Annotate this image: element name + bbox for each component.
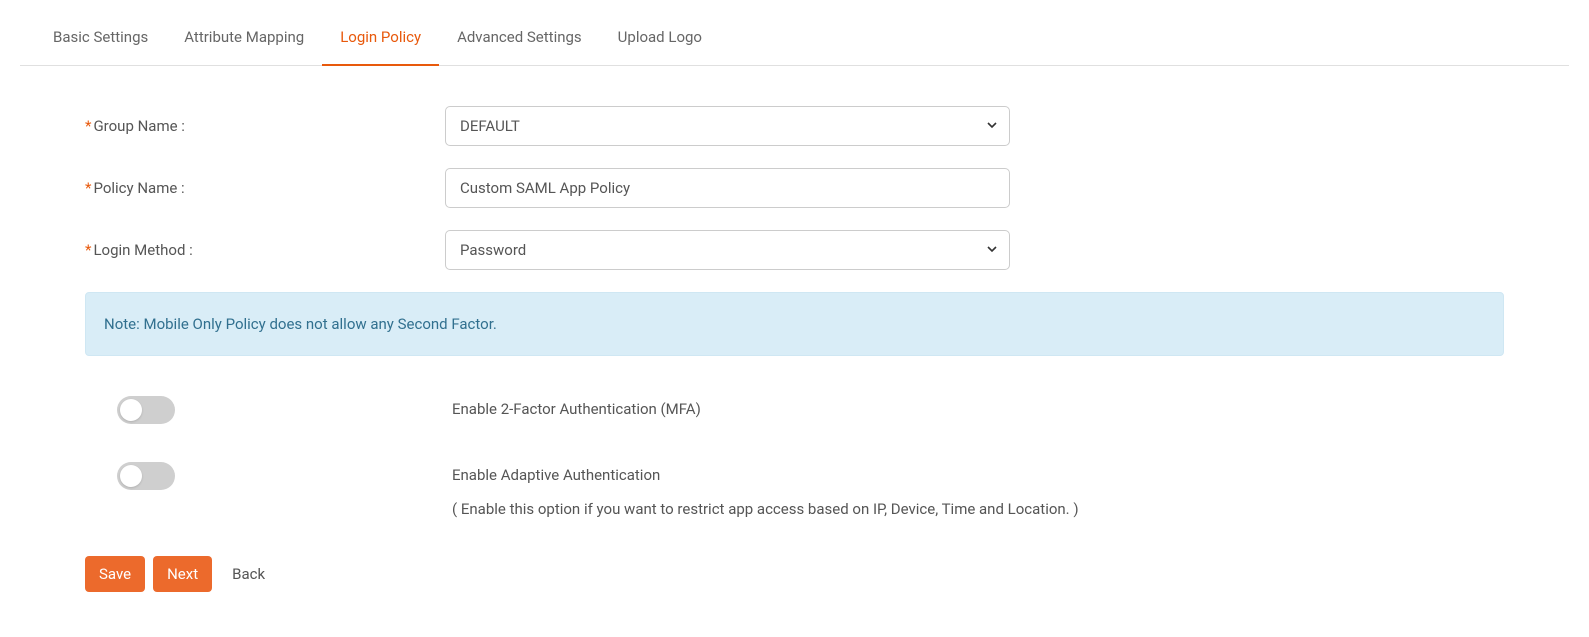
- required-marker: *: [85, 241, 91, 259]
- tab-bar: Basic Settings Attribute Mapping Login P…: [20, 10, 1569, 66]
- tab-basic-settings[interactable]: Basic Settings: [35, 10, 166, 66]
- save-button[interactable]: Save: [85, 556, 145, 592]
- tab-upload-logo[interactable]: Upload Logo: [600, 10, 720, 66]
- adaptive-toggle-label: Enable Adaptive Authentication: [452, 462, 1079, 484]
- next-button[interactable]: Next: [153, 556, 212, 592]
- back-button[interactable]: Back: [220, 556, 277, 592]
- group-name-label: *Group Name :: [85, 117, 445, 135]
- toggle-knob: [120, 465, 142, 487]
- required-marker: *: [85, 117, 91, 135]
- note-box: Note: Mobile Only Policy does not allow …: [85, 292, 1504, 356]
- adaptive-toggle-sublabel: ( Enable this option if you want to rest…: [452, 500, 1079, 518]
- adaptive-toggle[interactable]: [117, 462, 175, 490]
- group-name-select[interactable]: DEFAULT: [445, 106, 1010, 146]
- required-marker: *: [85, 179, 91, 197]
- login-method-label: *Login Method :: [85, 241, 445, 259]
- policy-name-input[interactable]: [445, 168, 1010, 208]
- tab-advanced-settings[interactable]: Advanced Settings: [439, 10, 600, 66]
- toggle-knob: [120, 399, 142, 421]
- mfa-toggle[interactable]: [117, 396, 175, 424]
- policy-name-label: *Policy Name :: [85, 179, 445, 197]
- tab-login-policy[interactable]: Login Policy: [322, 10, 439, 66]
- tab-attribute-mapping[interactable]: Attribute Mapping: [166, 10, 322, 66]
- mfa-toggle-label: Enable 2-Factor Authentication (MFA): [452, 396, 701, 418]
- login-method-select[interactable]: Password: [445, 230, 1010, 270]
